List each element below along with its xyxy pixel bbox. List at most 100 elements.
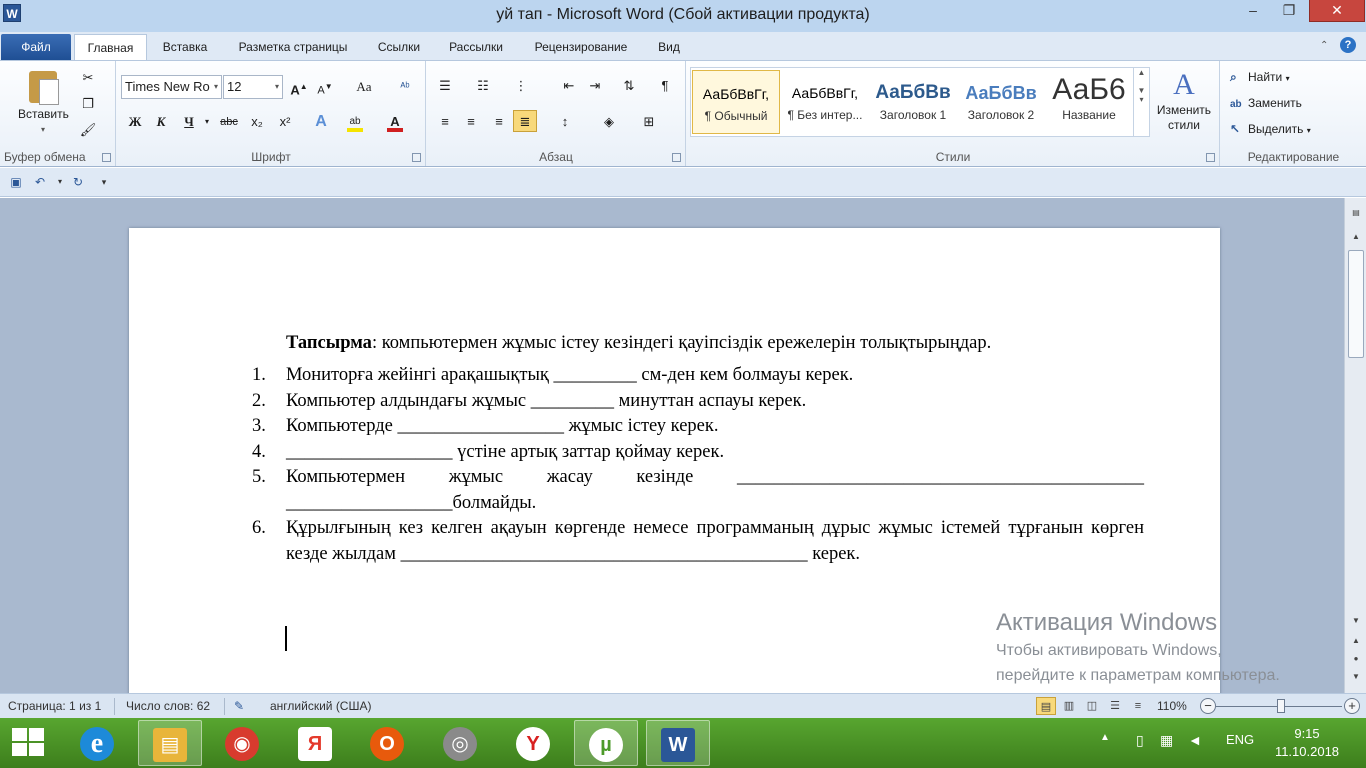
numbering-icon[interactable]: ☷ [471,75,495,97]
print-layout-view-icon[interactable]: ▤ [1036,697,1056,715]
scroll-thumb[interactable] [1348,250,1364,358]
select-button[interactable]: ↖ Выделить ▾ [1230,118,1311,140]
zoom-in-icon[interactable]: + [1344,698,1360,714]
document-body[interactable]: Тапсырма: компьютермен жұмыс істеу кезін… [252,331,1144,567]
show-marks-button[interactable]: ¶ [653,75,677,97]
tab-view[interactable]: Вид [649,34,689,60]
tab-home[interactable]: Главная [74,34,147,60]
spelling-check-icon[interactable]: ✎ [234,699,244,713]
text-effects-icon[interactable]: A [309,111,333,133]
taskbar-chrome[interactable]: ◉ [210,720,274,766]
close-button[interactable]: ✕ [1309,0,1365,22]
decrease-indent-icon[interactable]: ⇤ [557,75,581,97]
language-indicator-tray[interactable]: ENG [1226,732,1254,747]
font-size-field[interactable]: 12 ▾ [223,75,283,99]
tray-expand-icon[interactable]: ▲ [1100,732,1110,743]
highlight-icon[interactable]: ab [343,111,367,133]
tab-page-layout[interactable]: Разметка страницы [225,34,361,60]
outline-view-icon[interactable]: ☰ [1105,697,1125,715]
save-icon[interactable]: ▣ [8,174,24,190]
underline-button[interactable]: Ч [177,111,201,133]
vertical-scrollbar[interactable]: ▤ ▲ ▼ ▲ ● ▼ [1344,198,1366,693]
copy-icon[interactable]: ❐ [76,93,100,115]
ruler-toggle-icon[interactable]: ▤ [1349,208,1363,222]
page-count[interactable]: Страница: 1 из 1 [8,699,101,713]
tab-review[interactable]: Рецензирование [521,34,641,60]
draft-view-icon[interactable]: ≡ [1128,697,1148,715]
taskbar-word[interactable]: W [646,720,710,766]
web-layout-view-icon[interactable]: ◫ [1082,697,1102,715]
font-launcher-icon[interactable] [412,153,421,162]
taskbar-utorrent[interactable]: µ [574,720,638,766]
shading-icon[interactable]: ◈ [597,111,621,133]
tab-insert[interactable]: Вставка [152,34,218,60]
network-icon[interactable]: ▦ [1160,732,1173,749]
taskbar-media-player[interactable]: ◎ [428,720,492,766]
scroll-down-icon[interactable]: ▼ [1349,616,1363,630]
taskbar-yandex[interactable]: Я [283,720,347,766]
borders-icon[interactable]: ⊞ [637,111,661,133]
scroll-up-icon[interactable]: ▲ [1349,232,1363,246]
shrink-font-button[interactable]: A▼ [313,76,337,98]
align-right-icon[interactable]: ≡ [487,111,511,133]
help-icon[interactable]: ? [1340,37,1356,53]
customize-qat-icon[interactable]: ▾ [96,174,112,190]
clock[interactable]: 9:15 11.10.2018 [1272,725,1342,761]
minimize-button[interactable]: – [1240,0,1266,22]
paragraph-launcher-icon[interactable] [672,153,681,162]
font-color-button[interactable]: A [383,111,407,133]
grow-font-button[interactable]: A▲ [287,76,311,98]
styles-scroll[interactable]: ▲ ▼ ▾ [1133,68,1149,136]
reading-view-icon[interactable]: ▥ [1059,697,1079,715]
strikethrough-button[interactable]: abc [217,111,241,133]
previous-page-icon[interactable]: ▲ [1349,636,1363,650]
style-heading-1[interactable]: АаБбВв Заголовок 1 [869,70,957,134]
style-no-spacing[interactable]: АаБбВвГг, ¶ Без интер... [781,70,869,134]
style-title[interactable]: АаБ6 Название [1045,70,1133,134]
maximize-button[interactable]: ❐ [1272,0,1306,22]
zoom-out-icon[interactable]: − [1200,698,1216,714]
tab-references[interactable]: Ссылки [368,34,430,60]
undo-icon[interactable]: ↶ [32,174,48,190]
cut-icon[interactable]: ✂ [76,67,100,89]
ribbon-minimize-icon[interactable]: ⌃ [1320,40,1332,52]
bold-button[interactable]: Ж [123,111,147,133]
tab-mailings[interactable]: Рассылки [438,34,514,60]
italic-button[interactable]: К [149,111,173,133]
paste-button[interactable]: Вставить ▾ [18,69,69,149]
change-case-button[interactable]: Aa [349,76,379,98]
sort-icon[interactable]: ⇅ [617,75,641,97]
language-indicator[interactable]: английский (США) [270,699,371,713]
taskbar-yandex-browser[interactable]: Y [501,720,565,766]
style-normal[interactable]: АаБбВвГг, ¶ Обычный [692,70,780,134]
start-button[interactable] [12,728,46,758]
next-page-icon[interactable]: ▼ [1349,672,1363,686]
taskbar-ie[interactable]: e [65,720,129,766]
chevron-down-icon[interactable]: ▾ [52,174,68,190]
font-name-field[interactable]: Times New Ro ▾ [121,75,222,99]
tab-file[interactable]: Файл [1,34,71,60]
clipboard-launcher-icon[interactable] [102,153,111,162]
redo-icon[interactable]: ↻ [70,174,86,190]
format-painter-icon[interactable]: 🖌 [76,119,100,141]
zoom-slider-thumb[interactable] [1277,699,1285,713]
zoom-level[interactable]: 110% [1157,699,1187,713]
clear-formatting-icon[interactable]: ᴬᵇ [393,76,417,98]
bullets-icon[interactable]: ☰ [433,75,457,97]
taskbar-opera[interactable]: O [355,720,419,766]
volume-icon[interactable]: ◄ [1188,732,1202,748]
subscript-button[interactable]: x₂ [245,111,269,133]
word-count[interactable]: Число слов: 62 [126,699,210,713]
align-left-icon[interactable]: ≡ [433,111,457,133]
chevron-down-icon[interactable]: ▾ [201,111,213,133]
style-heading-2[interactable]: АаБбВв Заголовок 2 [957,70,1045,134]
styles-launcher-icon[interactable] [1206,153,1215,162]
multilevel-list-icon[interactable]: ⋮ [509,75,533,97]
browse-object-icon[interactable]: ● [1349,654,1363,668]
align-center-icon[interactable]: ≡ [459,111,483,133]
justify-icon[interactable]: ≣ [513,110,537,132]
find-button[interactable]: ⌕ Найти ▾ [1230,66,1290,88]
replace-button[interactable]: ab Заменить [1230,92,1302,114]
line-spacing-icon[interactable]: ↕ [553,111,577,133]
taskbar-explorer[interactable]: ▤ [138,720,202,766]
